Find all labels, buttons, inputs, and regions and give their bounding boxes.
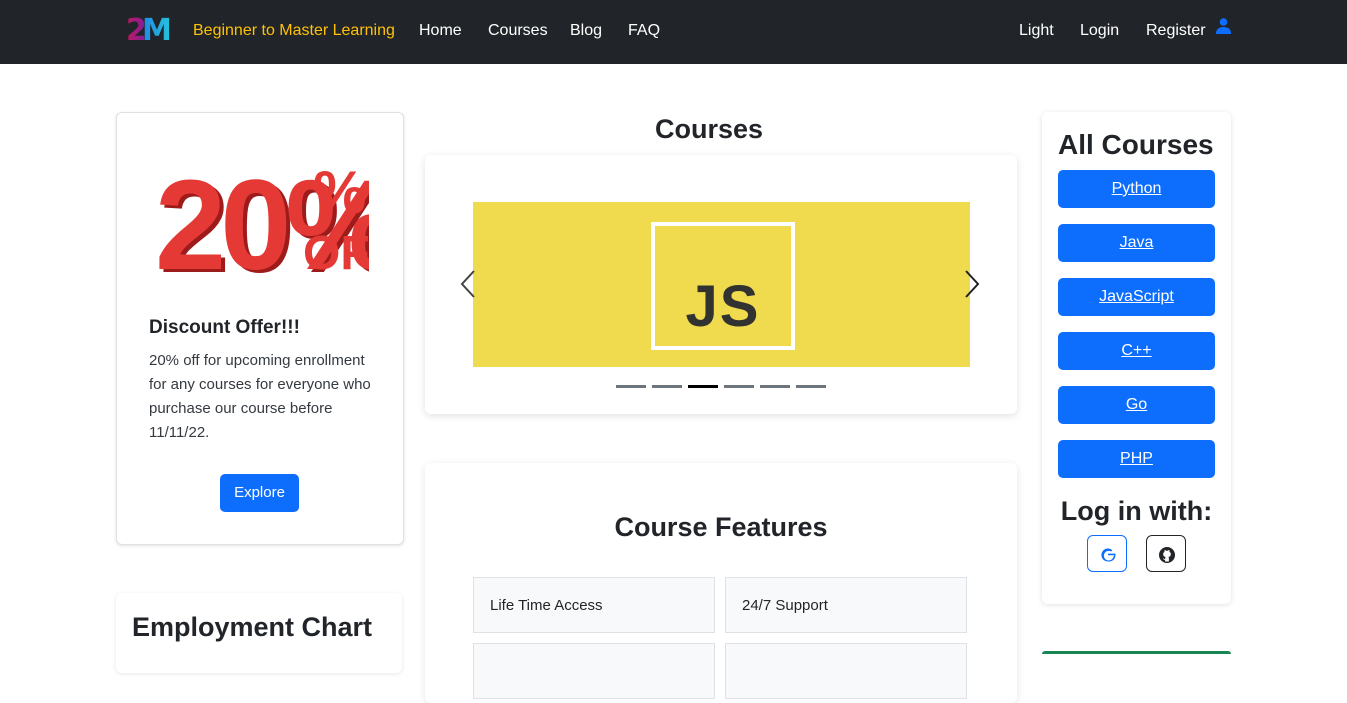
course-javascript-button[interactable]: JavaScript [1058, 278, 1215, 316]
carousel-slide-javascript[interactable]: JS [473, 202, 970, 367]
carousel-indicator[interactable] [724, 385, 754, 388]
user-icon[interactable] [1216, 18, 1231, 34]
offer-title: Discount Offer!!! [149, 317, 300, 338]
nav-faq-link[interactable]: FAQ [628, 22, 660, 40]
courses-heading: Courses [654, 114, 764, 144]
nav-login-link[interactable]: Login [1080, 22, 1119, 40]
feature-cell-empty [725, 643, 967, 699]
all-courses-title: All Courses [1058, 129, 1214, 160]
svg-text:M: M [142, 13, 172, 44]
nav-blog-link[interactable]: Blog [570, 22, 602, 40]
feature-cell-empty [473, 643, 715, 699]
feature-support: 24/7 Support [725, 577, 967, 633]
feature-life-time-access: Life Time Access [473, 577, 715, 633]
brand-name[interactable]: Beginner to Master Learning [193, 22, 395, 40]
carousel-indicator[interactable] [796, 385, 826, 388]
nav-register-link[interactable]: Register [1146, 22, 1206, 40]
svg-text:%: % [313, 159, 366, 226]
course-java-button[interactable]: Java [1058, 224, 1215, 262]
carousel-indicator[interactable] [688, 385, 718, 388]
explore-button[interactable]: Explore [220, 474, 299, 512]
svg-text:OFF: OFF [303, 227, 369, 275]
theme-toggle-link[interactable]: Light [1019, 22, 1054, 40]
employment-chart-title: Employment Chart [132, 612, 373, 642]
carousel-indicator[interactable] [652, 385, 682, 388]
github-login-button[interactable] [1146, 535, 1186, 572]
carousel-indicator[interactable] [616, 385, 646, 388]
chevron-right-icon[interactable] [963, 269, 981, 299]
top-navbar: 2 M Beginner to Master Learning Home Cou… [0, 0, 1347, 64]
chevron-left-icon[interactable] [459, 269, 477, 299]
employment-chart-card: Employment Chart [116, 593, 402, 673]
carousel-indicator[interactable] [760, 385, 790, 388]
login-with-title: Log in with: [1060, 496, 1213, 526]
all-courses-card: All Courses Python Java JavaScript C++ G… [1042, 112, 1231, 604]
course-features-card: Course Features Life Time Access 24/7 Su… [425, 463, 1017, 703]
course-php-button[interactable]: PHP [1058, 440, 1215, 478]
features-heading: Course Features [614, 512, 828, 542]
offer-description: 20% off for upcoming enrollment for any … [149, 352, 371, 441]
google-icon [1101, 548, 1116, 562]
nav-courses-link[interactable]: Courses [488, 22, 548, 40]
discount-offer-card: 20% 20% % OFF Discount Offer!!! 20% off … [116, 112, 404, 545]
nav-home-link[interactable]: Home [419, 22, 462, 40]
discount-graphic: 20% 20% % OFF [155, 154, 369, 275]
github-icon [1159, 547, 1175, 563]
courses-carousel: JS [425, 155, 1017, 414]
course-python-button[interactable]: Python [1058, 170, 1215, 208]
js-logo-box: JS [651, 222, 795, 350]
carousel-indicators [616, 385, 826, 389]
course-go-button[interactable]: Go [1058, 386, 1215, 424]
google-login-button[interactable] [1087, 535, 1127, 572]
course-cpp-button[interactable]: C++ [1058, 332, 1215, 370]
js-logo-text: JS [685, 274, 761, 339]
brand-logo[interactable]: 2 M [126, 12, 174, 44]
